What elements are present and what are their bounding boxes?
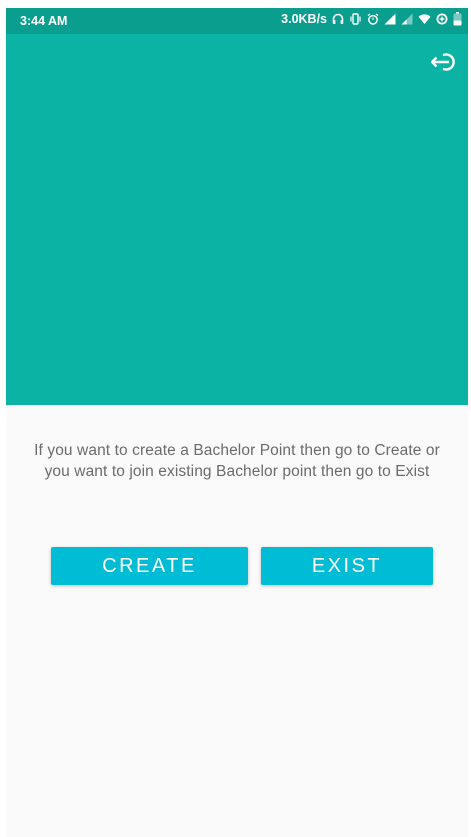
headphones-icon — [332, 13, 344, 25]
instruction-text: If you want to create a Bachelor Point t… — [34, 442, 440, 480]
logout-icon — [429, 50, 459, 79]
signal-icon — [384, 13, 396, 25]
data-saver-icon — [436, 13, 448, 25]
header-banner — [6, 34, 468, 405]
status-time: 3:44 AM — [20, 14, 68, 28]
vibrate-icon — [349, 13, 362, 25]
alarm-icon — [367, 13, 379, 25]
network-speed: 3.0KB/s — [281, 12, 327, 26]
create-button[interactable]: CREATE — [51, 547, 248, 585]
logout-button[interactable] — [428, 50, 460, 78]
status-bar: 3:44 AM 3.0KB/s — [6, 8, 468, 34]
status-icons: 3.0KB/s — [281, 12, 462, 26]
exist-button[interactable]: EXIST — [261, 547, 433, 585]
wifi-icon — [418, 13, 431, 25]
signal-weak-icon — [401, 13, 413, 25]
app-screen: 3:44 AM 3.0KB/s If you want to create a … — [6, 8, 468, 837]
battery-icon — [453, 12, 462, 26]
